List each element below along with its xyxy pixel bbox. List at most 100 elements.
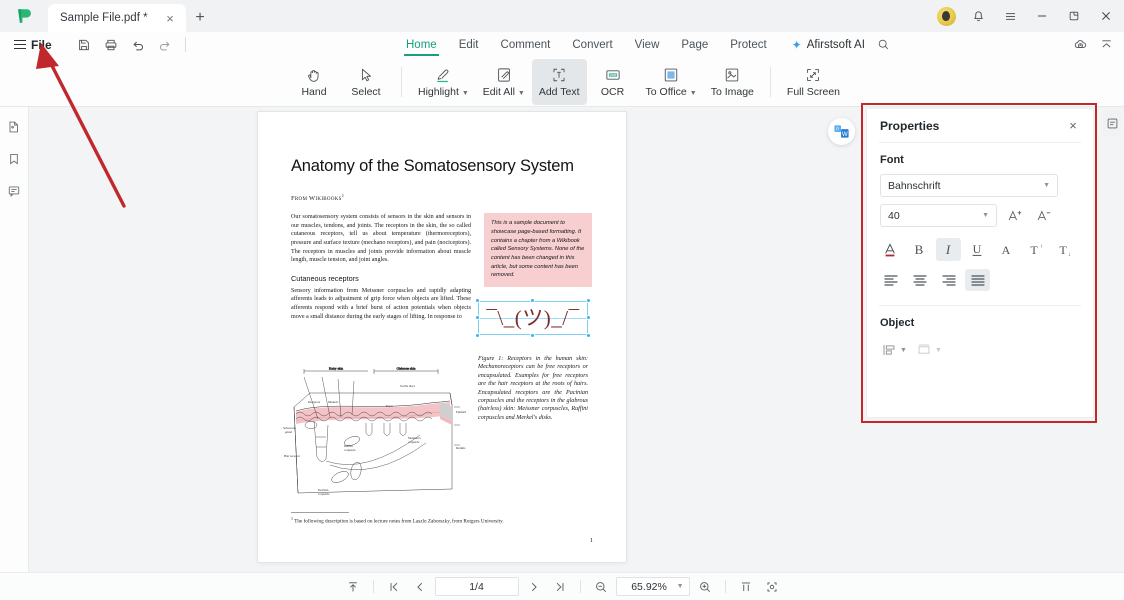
next-page-button[interactable] — [523, 577, 545, 597]
ribbon-button-label: OCR — [601, 86, 624, 98]
ribbon-to-image-button[interactable]: To Image — [704, 59, 761, 105]
afirstsoft-ai-label: Afirstsoft AI — [806, 38, 865, 51]
zoom-level-select[interactable]: 65.92% ▼ — [615, 577, 690, 596]
ribbon-button-label: Select — [351, 86, 380, 98]
svg-text:Hairy skin: Hairy skin — [329, 367, 344, 371]
tab-comment[interactable]: Comment — [490, 32, 562, 57]
user-avatar[interactable] — [930, 1, 962, 31]
font-family-value: Bahnschrift — [888, 179, 941, 192]
close-tab-icon[interactable]: × — [162, 10, 178, 26]
file-menu[interactable]: File — [0, 38, 60, 52]
print-button[interactable] — [99, 34, 123, 56]
pdf-page[interactable]: Anatomy of the Somatosensory System From… — [258, 112, 626, 562]
redo-button[interactable] — [153, 34, 177, 56]
strikethrough-button[interactable]: A — [994, 238, 1019, 261]
selected-text-object[interactable]: ¯\_(ツ)_/¯ — [475, 298, 591, 338]
last-page-button[interactable] — [549, 577, 571, 597]
align-objects-button[interactable]: ▼ — [878, 339, 910, 361]
underline-button[interactable]: U — [965, 238, 990, 261]
font-color-button[interactable] — [878, 238, 903, 261]
hand-icon — [305, 65, 323, 84]
italic-button[interactable]: I — [936, 238, 961, 261]
ribbon-to-office-button[interactable]: To Office ▼ — [639, 59, 704, 105]
tab-view[interactable]: View — [624, 32, 671, 57]
align-right-button[interactable] — [936, 269, 961, 291]
ribbon-edit-all-button[interactable]: Edit All ▼ — [476, 59, 532, 105]
last-page-icon — [556, 582, 563, 591]
save-button[interactable] — [72, 34, 96, 56]
tab-edit[interactable]: Edit — [448, 32, 490, 57]
footnote-marker: 1 — [291, 516, 293, 521]
first-page-icon — [390, 582, 397, 591]
to-image-icon — [723, 65, 741, 84]
zoom-out-button[interactable] — [590, 577, 612, 597]
app-menu-button[interactable] — [994, 1, 1026, 31]
save-icon — [78, 39, 89, 50]
notifications-button[interactable] — [962, 1, 994, 31]
resize-handle-s[interactable] — [530, 333, 535, 338]
increase-font-size-button[interactable] — [1004, 205, 1026, 227]
tab-page[interactable]: Page — [670, 32, 719, 57]
first-page-button[interactable] — [383, 577, 405, 597]
ribbon-highlight-button[interactable]: Highlight ▼ — [411, 59, 476, 105]
svg-text:corpuscle: corpuscle — [344, 448, 356, 452]
resize-handle-sw[interactable] — [475, 333, 480, 338]
italic-icon: I — [944, 242, 950, 257]
afirstsoft-ai-button[interactable]: ✦ Afirstsoft AI — [778, 38, 865, 52]
bold-button[interactable]: B — [907, 238, 932, 261]
close-window-button[interactable] — [1090, 1, 1122, 31]
align-right-icon — [941, 275, 956, 286]
arrange-objects-button[interactable]: ▼ — [913, 339, 945, 361]
page-number-label: 1 — [589, 537, 593, 544]
toggle-properties-panel-button[interactable] — [1103, 110, 1121, 136]
tab-protect[interactable]: Protect — [719, 32, 777, 57]
align-center-button[interactable] — [907, 269, 932, 291]
font-size-value: 40 — [888, 209, 900, 222]
ribbon-ocr-button[interactable]: OCR OCR — [587, 59, 639, 105]
previous-page-button[interactable] — [409, 577, 431, 597]
scroll-to-top-button[interactable] — [342, 577, 364, 597]
chevron-down-icon: ▼ — [676, 583, 684, 590]
resize-handle-n[interactable] — [530, 298, 535, 303]
decrease-font-size-button[interactable] — [1033, 205, 1055, 227]
sidebar-item-thumbnails[interactable] — [2, 115, 26, 139]
ribbon-hand-button[interactable]: Hand — [288, 59, 340, 105]
superscript-button[interactable]: T ↑ — [1023, 238, 1048, 261]
resize-handle-ne[interactable] — [586, 298, 591, 303]
new-tab-icon[interactable]: + — [186, 4, 214, 32]
ribbon-add-text-button[interactable]: Add Text — [531, 58, 587, 105]
font-family-select[interactable]: Bahnschrift ▼ — [880, 174, 1058, 197]
tab-convert[interactable]: Convert — [561, 32, 623, 57]
align-left-button[interactable] — [878, 269, 903, 291]
maximize-button[interactable] — [1058, 1, 1090, 31]
resize-handle-w[interactable] — [475, 315, 480, 320]
cloud-sync-button[interactable] — [1068, 34, 1092, 56]
subscript-button[interactable]: T ↓ — [1052, 238, 1077, 261]
svg-text:Glabrous skin: Glabrous skin — [397, 367, 416, 371]
minimize-button[interactable] — [1026, 1, 1058, 31]
convert-to-word-button[interactable]: P W — [828, 118, 855, 145]
document-byline: From Wikibooks1 — [291, 193, 593, 202]
page-number-input[interactable]: 1/4 — [434, 577, 519, 596]
tab-home[interactable]: Home — [395, 32, 448, 57]
sidebar-item-comments[interactable] — [2, 179, 26, 203]
resize-handle-nw[interactable] — [475, 298, 480, 303]
ribbon-select-button[interactable]: Select — [340, 59, 392, 105]
document-tab[interactable]: Sample File.pdf * × — [48, 4, 186, 32]
close-properties-icon[interactable]: × — [1064, 117, 1082, 135]
resize-handle-se[interactable] — [586, 333, 591, 338]
ribbon-full-screen-button[interactable]: Full Screen — [780, 59, 847, 105]
undo-button[interactable] — [126, 34, 150, 56]
search-button[interactable] — [877, 38, 890, 51]
collapse-ribbon-button[interactable] — [1094, 34, 1118, 56]
fit-width-button[interactable] — [735, 577, 757, 597]
font-size-select[interactable]: 40 ▼ — [880, 204, 997, 227]
zoom-in-button[interactable] — [694, 577, 716, 597]
add-text-icon — [550, 65, 568, 84]
fit-page-button[interactable] — [761, 577, 783, 597]
resize-handle-e[interactable] — [586, 315, 591, 320]
zoom-in-icon — [699, 581, 710, 592]
sidebar-item-bookmarks[interactable] — [2, 147, 26, 171]
align-justify-button[interactable] — [965, 269, 990, 291]
ribbon-label-text: Edit All — [482, 86, 515, 98]
